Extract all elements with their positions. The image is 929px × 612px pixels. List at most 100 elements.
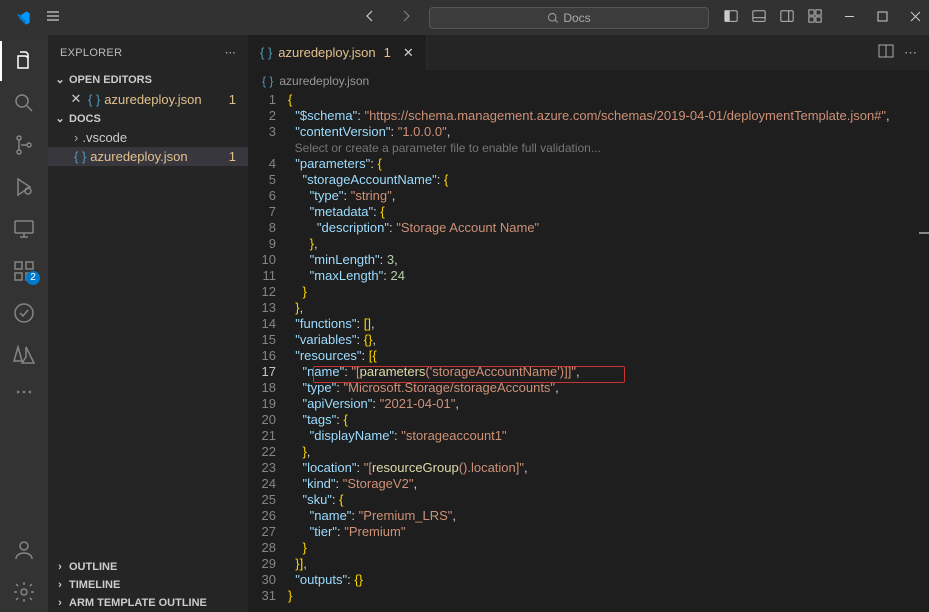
testing-icon[interactable] [0,293,48,333]
search-icon[interactable] [0,83,48,123]
layout-sidebar-right-icon[interactable] [780,9,794,26]
tab-more-icon[interactable]: ⋯ [904,45,917,61]
modified-badge: 1 [229,149,236,164]
line-number: 29 [248,556,288,572]
code-line[interactable]: 12 } [248,284,929,300]
search-text: Docs [563,11,590,25]
command-center-search[interactable]: Docs [429,7,709,29]
tab-label: azuredeploy.json [278,45,375,60]
tab-close-icon[interactable]: ✕ [403,45,414,61]
code-line[interactable]: 31} [248,588,929,604]
code-line[interactable]: 11 "maxLength": 24 [248,268,929,284]
line-number: 9 [248,236,288,252]
section-open-editors[interactable]: ⌄OPEN EDITORS [48,70,248,89]
line-number: 25 [248,492,288,508]
code-line[interactable]: 13 }, [248,300,929,316]
json-file-icon: { } [74,149,86,164]
code-line[interactable]: 27 "tier": "Premium" [248,524,929,540]
split-editor-icon[interactable] [878,43,894,62]
source-control-icon[interactable] [0,125,48,165]
accounts-icon[interactable] [0,530,48,570]
code-line[interactable]: 5 "storageAccountName": { [248,172,929,188]
line-number: 10 [248,252,288,268]
code-line[interactable]: 8 "description": "Storage Account Name" [248,220,929,236]
minimize-button[interactable] [844,10,855,25]
minimap-cursor [919,232,929,234]
code-line[interactable]: 9 }, [248,236,929,252]
code-line[interactable]: 3 "contentVersion": "1.0.0.0", [248,124,929,140]
azure-icon[interactable] [0,335,48,375]
close-window-button[interactable] [910,10,921,25]
file-name: azuredeploy.json [104,92,201,107]
breadcrumb[interactable]: { } azuredeploy.json [248,70,929,92]
code-line[interactable]: 15 "variables": {}, [248,332,929,348]
json-file-icon: { } [262,74,273,88]
code-line[interactable]: 1{ [248,92,929,108]
code-line[interactable]: 20 "tags": { [248,412,929,428]
code-line[interactable]: 16 "resources": [{ [248,348,929,364]
section-arm[interactable]: ›ARM TEMPLATE OUTLINE [48,594,248,612]
code-line[interactable]: 24 "kind": "StorageV2", [248,476,929,492]
line-number: 31 [248,588,288,604]
layout-customize-icon[interactable] [808,9,822,26]
code-line[interactable]: 4 "parameters": { [248,156,929,172]
code-line[interactable]: 2 "$schema": "https://schema.management.… [248,108,929,124]
code-line[interactable]: 25 "sku": { [248,492,929,508]
more-icon[interactable] [0,377,48,407]
remote-explorer-icon[interactable] [0,209,48,249]
open-editor-item[interactable]: ✕ { } azuredeploy.json 1 [48,89,248,109]
code-editor[interactable]: 1{2 "$schema": "https://schema.managemen… [248,92,929,612]
code-line[interactable]: 22 }, [248,444,929,460]
sidebar-more-icon[interactable]: ⋯ [225,46,236,59]
code-line[interactable]: 10 "minLength": 3, [248,252,929,268]
line-number: 30 [248,572,288,588]
line-number: 27 [248,524,288,540]
code-line[interactable]: 23 "location": "[resourceGroup().locatio… [248,460,929,476]
line-number: 6 [248,188,288,204]
line-number: 19 [248,396,288,412]
section-timeline[interactable]: ›TIMELINE [48,576,248,594]
line-number: 21 [248,428,288,444]
code-line[interactable]: 19 "apiVersion": "2021-04-01", [248,396,929,412]
json-file-icon: { } [88,92,100,107]
code-line[interactable]: 29 }], [248,556,929,572]
extensions-badge: 2 [26,271,40,285]
line-number: 12 [248,284,288,300]
maximize-button[interactable] [877,10,888,25]
tree-item[interactable]: ›.vscode [48,128,248,147]
forward-button[interactable] [398,8,414,27]
activity-bar: 2 [0,35,48,612]
line-number: 1 [248,92,288,108]
section-docs[interactable]: ⌄DOCS [48,109,248,128]
back-button[interactable] [362,8,378,27]
layout-panel-icon[interactable] [752,9,766,26]
code-line[interactable]: 28 } [248,540,929,556]
code-line[interactable]: 21 "displayName": "storageaccount1" [248,428,929,444]
line-number: 28 [248,540,288,556]
hamburger-menu-icon[interactable] [38,8,68,27]
line-number: 17 [248,364,288,380]
line-number: 7 [248,204,288,220]
settings-gear-icon[interactable] [0,572,48,612]
line-number: 3 [248,124,288,140]
code-line[interactable]: 7 "metadata": { [248,204,929,220]
run-debug-icon[interactable] [0,167,48,207]
code-line[interactable]: 26 "name": "Premium_LRS", [248,508,929,524]
code-line[interactable]: 30 "outputs": {} [248,572,929,588]
extensions-icon[interactable]: 2 [0,251,48,291]
tree-item[interactable]: { }azuredeploy.json1 [48,147,248,166]
line-number: 14 [248,316,288,332]
code-line[interactable]: 14 "functions": [], [248,316,929,332]
code-line[interactable]: 6 "type": "string", [248,188,929,204]
line-number: 2 [248,108,288,124]
highlight-box [313,366,625,383]
section-outline[interactable]: ›OUTLINE [48,558,248,576]
titlebar: Docs [0,0,929,35]
explorer-icon[interactable] [0,41,48,81]
minimap[interactable] [919,92,929,612]
editor-tab[interactable]: { } azuredeploy.json 1 ✕ [248,35,427,70]
modified-badge: 1 [229,92,236,107]
close-icon[interactable]: ✕ [68,91,84,107]
layout-sidebar-left-icon[interactable] [724,9,738,26]
codelens-hint[interactable]: Select or create a parameter file to ena… [248,140,929,156]
